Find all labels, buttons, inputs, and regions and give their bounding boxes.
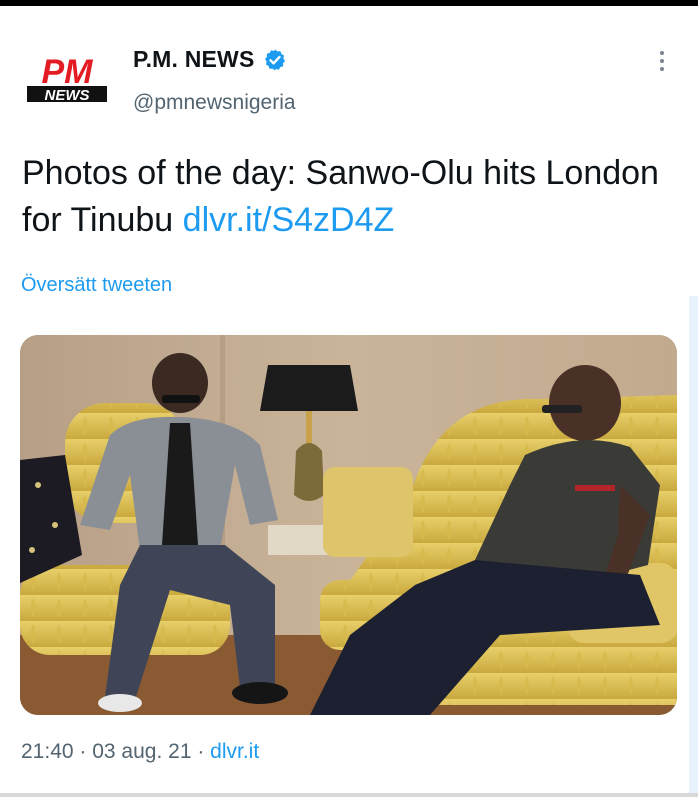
meta-separator: · bbox=[73, 740, 93, 763]
translate-tweet-link[interactable]: Översätt tweeten bbox=[21, 274, 172, 297]
more-dot bbox=[660, 59, 664, 63]
svg-text:PM: PM bbox=[42, 53, 94, 91]
svg-text:NEWS: NEWS bbox=[45, 87, 90, 104]
tweet-time[interactable]: 21:40 bbox=[21, 740, 74, 763]
more-dot bbox=[660, 67, 664, 71]
photo-image bbox=[20, 335, 677, 715]
account-handle[interactable]: @pmnewsnigeria bbox=[133, 91, 296, 115]
scrollbar-track[interactable] bbox=[689, 296, 698, 797]
tweet-source[interactable]: dlvr.it bbox=[210, 740, 259, 763]
verified-badge-icon bbox=[264, 49, 285, 70]
account-name-row[interactable]: P.M. NEWS bbox=[133, 46, 287, 73]
more-dot bbox=[660, 51, 664, 55]
tweet-link[interactable]: dlvr.it/S4zD4Z bbox=[183, 201, 395, 239]
pm-news-logo: PM NEWS bbox=[27, 53, 107, 104]
tweet-text: Photos of the day: Sanwo-Olu hits London… bbox=[22, 150, 662, 244]
more-options-icon[interactable] bbox=[648, 46, 676, 76]
tweet-meta: 21:40 · 03 aug. 21 · dlvr.it bbox=[21, 740, 259, 764]
bottom-divider bbox=[0, 793, 698, 797]
tweet-photo[interactable] bbox=[20, 335, 677, 715]
tweet-date[interactable]: 03 aug. 21 bbox=[92, 740, 191, 763]
account-avatar[interactable]: PM NEWS bbox=[25, 52, 109, 104]
account-display-name[interactable]: P.M. NEWS bbox=[133, 46, 255, 73]
meta-separator: · bbox=[191, 740, 211, 763]
top-spacer bbox=[0, 6, 698, 14]
